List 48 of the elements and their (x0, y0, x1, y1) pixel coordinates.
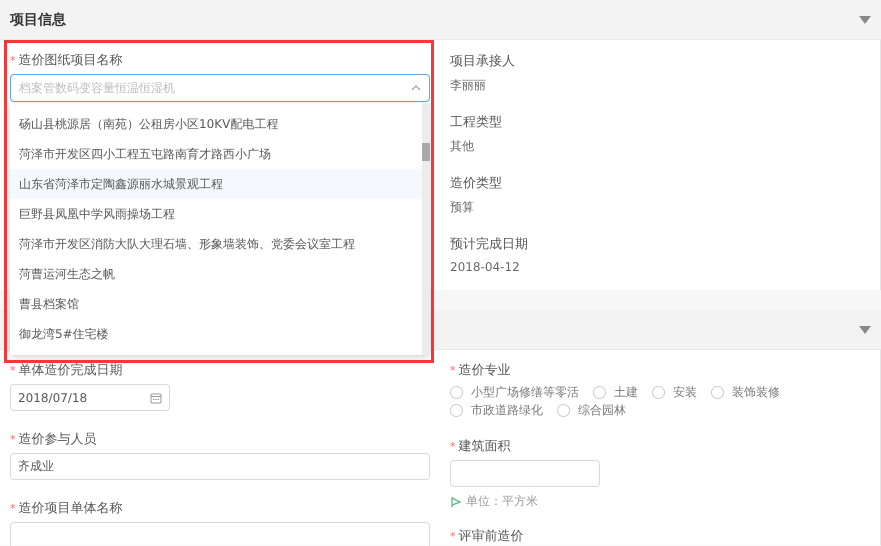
field-label: 造价参与人员 (18, 431, 96, 448)
radio-option[interactable]: 安装 (652, 384, 697, 400)
dropdown-option[interactable]: 巨野县凤凰中学风雨操场工程 (10, 199, 422, 229)
chevron-icon (411, 85, 421, 91)
dropdown-option[interactable]: 菏泽市开发区四小工程五屯路南育才路西小广场 (10, 139, 422, 169)
radio-option[interactable]: 土建 (593, 384, 638, 400)
info-value: 其他 (450, 138, 475, 155)
calendar-icon (150, 392, 162, 404)
date-field[interactable]: 2018/07/18 (10, 384, 170, 411)
text-field[interactable] (10, 522, 430, 546)
dropdown-option[interactable]: 砀山县桃源居（南苑）公租房小区10KV配电工程 (10, 109, 422, 139)
info-label: 造价类型 (450, 175, 503, 192)
field-label: 建筑面积 (458, 438, 510, 455)
dropdown-option[interactable]: 菏曹运河生态之帆 (10, 259, 422, 289)
collapse-triangle-icon[interactable] (859, 326, 871, 334)
field-label: 造价项目单体名称 (18, 500, 122, 517)
field-label: 评审前造价 (458, 528, 524, 545)
radio-option[interactable]: 小型广场修缮等零活 (450, 384, 579, 400)
dropdown-option[interactable]: 御龙湾5#住宅楼 (10, 319, 422, 349)
scrollbar[interactable] (422, 103, 430, 355)
field-label: 造价图纸项目名称 (18, 52, 122, 69)
radio-option[interactable]: 装饰装修 (711, 384, 780, 400)
info-label: 项目承接人 (450, 53, 516, 70)
radio-option[interactable]: 综合园林 (557, 402, 626, 418)
info-value: 2018-04-12 (450, 260, 521, 274)
required-asterisk: * (10, 364, 16, 376)
dropdown-option[interactable]: 山东省菏泽市定陶鑫源丽水城景观工程 (10, 169, 422, 199)
required-asterisk: * (10, 502, 16, 514)
info-value: 预算 (450, 199, 475, 216)
required-asterisk: * (10, 54, 16, 66)
required-asterisk: * (10, 432, 16, 446)
required-asterisk: * (450, 364, 456, 376)
radio-option[interactable]: 市政道路绿化 (450, 402, 543, 418)
text-field[interactable]: 齐成业 (10, 453, 430, 480)
section-title: 项目信息 (10, 10, 66, 28)
hint-text: 单位：平方米 (466, 493, 538, 510)
dropdown-option[interactable]: 菏泽市开发区消防大队大理石墙、形象墙装饰、党委会议室工程 (10, 229, 422, 259)
flag-icon (450, 496, 462, 508)
area-field[interactable] (450, 460, 600, 487)
required-asterisk: * (450, 530, 456, 542)
info-label: 预计完成日期 (450, 236, 529, 253)
required-asterisk: * (450, 440, 456, 452)
dropdown-option[interactable]: 曹县档案馆 (10, 289, 422, 319)
field-label: 单体造价完成日期 (18, 362, 122, 379)
info-label: 工程类型 (450, 114, 503, 131)
field-label: 造价专业 (458, 362, 510, 379)
collapse-triangle-icon[interactable] (859, 16, 871, 24)
info-value: 李丽丽 (450, 77, 487, 94)
